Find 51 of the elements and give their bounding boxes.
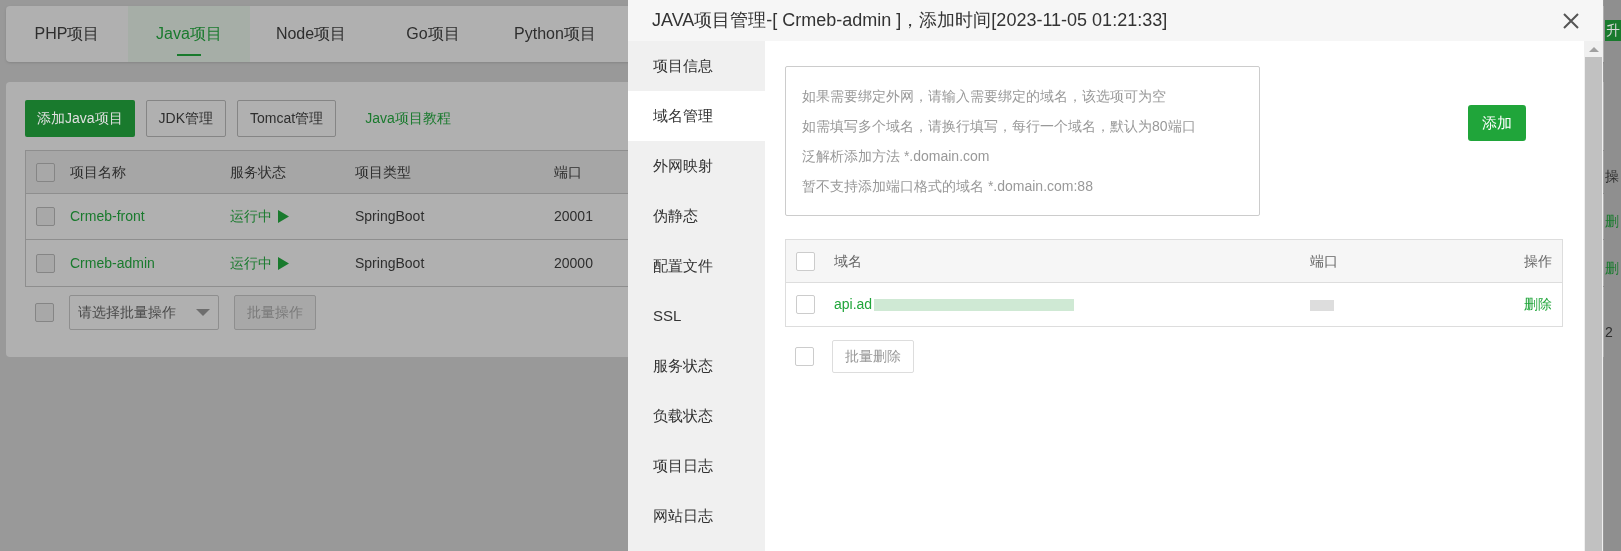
play-icon — [278, 256, 289, 270]
tab[interactable]: Python项目 — [494, 6, 616, 62]
sidebar-item[interactable]: 项目信息 — [628, 41, 765, 91]
checkbox[interactable] — [796, 251, 815, 271]
checkbox[interactable] — [796, 295, 815, 314]
checkbox[interactable] — [36, 207, 55, 226]
checkbox[interactable] — [795, 347, 814, 366]
sidebar-item[interactable]: 网站日志 — [628, 491, 765, 541]
sidebar-item[interactable]: 域名管理 — [628, 91, 765, 141]
column-header: 操作 — [1523, 251, 1552, 271]
domain-link[interactable]: api.ad — [834, 294, 873, 315]
column-header: 域名 — [834, 251, 863, 271]
table-cell-text: 20000 — [554, 253, 594, 273]
toolbar-button[interactable]: Tomcat管理 — [237, 100, 337, 137]
tab[interactable]: Node项目 — [250, 6, 372, 62]
column-header: 项目类型 — [355, 162, 412, 182]
checkbox[interactable] — [35, 302, 54, 322]
table-cell-text: SpringBoot — [355, 207, 426, 226]
sidebar-item[interactable]: 伪静态 — [628, 191, 765, 241]
column-header: 端口 — [1310, 251, 1339, 271]
toolbar-button[interactable]: JDK管理 — [145, 100, 227, 137]
scroll-up-icon[interactable] — [1588, 47, 1599, 52]
caret-icon — [196, 308, 210, 316]
column-header: 项目名称 — [70, 162, 127, 182]
status-text: 运行中 — [230, 253, 272, 273]
batch-select[interactable]: 请选择批量操作 — [69, 294, 219, 330]
sidebar-item[interactable]: 配置文件 — [628, 241, 765, 291]
select-placeholder: 请选择批量操作 — [78, 302, 176, 322]
page-count: 2 — [1605, 323, 1613, 342]
status-text: 运行中 — [230, 207, 272, 226]
upgrade-button[interactable]: 升 — [1605, 20, 1621, 41]
close-icon[interactable] — [1563, 12, 1579, 29]
sidebar-item[interactable]: 负载状态 — [628, 391, 765, 441]
dialog-title: JAVA项目管理-[ Crmeb-admin ]，添加时间[2023-11-05 01:21:33] — [652, 9, 1168, 32]
blurred-port-block — [1310, 299, 1334, 311]
column-header: 操 — [1605, 167, 1619, 186]
table-cell-text: 20001 — [554, 207, 594, 226]
play-icon — [278, 210, 289, 223]
column-header: 端口 — [554, 162, 583, 182]
checkbox[interactable] — [36, 162, 55, 182]
column-header: 服务状态 — [230, 162, 287, 182]
tab[interactable]: Go项目 — [372, 6, 494, 62]
sidebar-item[interactable]: 项目日志 — [628, 441, 765, 491]
sidebar-item[interactable]: 外网映射 — [628, 141, 765, 191]
delete-link[interactable]: 删除 — [1510, 294, 1552, 315]
sidebar-item[interactable]: SSL — [628, 291, 765, 341]
add-project-button[interactable]: 添加Java项目 — [25, 100, 135, 137]
sidebar-item[interactable]: 服务状态 — [628, 341, 765, 391]
tab[interactable]: PHP项目 — [6, 6, 128, 62]
checkbox[interactable] — [36, 253, 55, 273]
table-cell-text: SpringBoot — [355, 253, 426, 273]
